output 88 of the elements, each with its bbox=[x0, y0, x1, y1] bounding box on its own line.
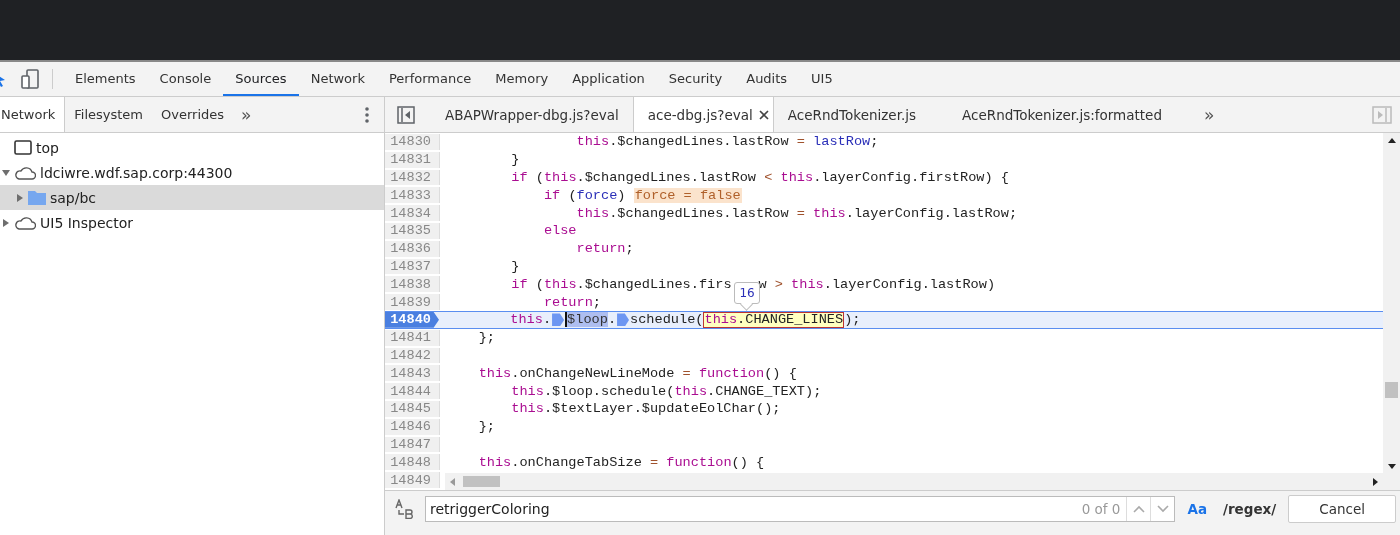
scrollbar-thumb[interactable] bbox=[463, 476, 500, 487]
evaluated-expression[interactable]: this.CHANGE_LINES bbox=[703, 311, 845, 328]
code-line: this.onChangeNewLineMode = function() { bbox=[477, 365, 797, 381]
device-toolbar-icon[interactable] bbox=[20, 69, 40, 89]
replace-toggle-icon[interactable] bbox=[395, 499, 415, 519]
panel-tab[interactable]: Console bbox=[147, 62, 224, 96]
cloud-icon bbox=[14, 215, 36, 230]
navigator-tab[interactable]: Overrides bbox=[152, 97, 234, 132]
tree-item[interactable]: ldciwre.wdf.sap.corp:44300 bbox=[0, 160, 384, 185]
code-line: }; bbox=[477, 419, 495, 435]
cloud-icon bbox=[14, 165, 36, 180]
navigator-tab[interactable]: Network bbox=[0, 97, 66, 132]
code-token: w bbox=[758, 276, 768, 292]
file-tab[interactable]: AceRndTokenizer.js bbox=[773, 97, 931, 132]
panel-tab[interactable]: Memory bbox=[483, 62, 561, 96]
scroll-down-icon[interactable] bbox=[1386, 462, 1397, 470]
code-line: }; bbox=[477, 330, 495, 346]
frame-icon bbox=[14, 140, 32, 155]
code-token: if bbox=[510, 276, 528, 292]
panel-tab[interactable]: Elements bbox=[63, 62, 148, 96]
expand-arrow-icon[interactable] bbox=[2, 168, 10, 177]
code-token: > bbox=[774, 276, 783, 292]
inline-value: force = false bbox=[633, 187, 742, 203]
code-token: .$changedLines.firs bbox=[576, 276, 732, 292]
panel-tab[interactable]: UI5 bbox=[799, 62, 845, 96]
toggle-debugger-icon[interactable] bbox=[1372, 105, 1392, 124]
more-tabs-button[interactable]: » bbox=[233, 97, 260, 132]
file-tab[interactable]: ace-dbg.js?eval bbox=[632, 97, 774, 132]
horizontal-scrollbar[interactable] bbox=[445, 473, 1383, 490]
code-line: this.$changedLines.lastRow = this.layerConfig.lastRow; bbox=[575, 205, 1018, 221]
code-token: .layerConfig.lastRow) bbox=[823, 276, 996, 292]
code-token: this bbox=[509, 312, 543, 328]
vertical-scrollbar[interactable] bbox=[1383, 133, 1400, 490]
regex-button[interactable]: /regex/ bbox=[1219, 501, 1281, 517]
code-line: } bbox=[510, 258, 520, 274]
code-token: if bbox=[542, 187, 561, 203]
scroll-right-icon[interactable] bbox=[1371, 476, 1379, 487]
more-tabs-button[interactable]: » bbox=[1175, 97, 1235, 132]
code-token: . bbox=[542, 312, 552, 328]
match-count: 0 of 0 bbox=[1081, 501, 1121, 517]
code-token: ) bbox=[617, 187, 626, 203]
code-token: . bbox=[607, 312, 617, 328]
code-token: ); bbox=[844, 312, 861, 328]
continue-marker-icon[interactable] bbox=[552, 313, 565, 327]
selected-text: $loop bbox=[565, 312, 608, 328]
tree-item[interactable]: sap/bc bbox=[0, 185, 384, 210]
code-token: schedule( bbox=[630, 312, 704, 328]
code-line: this.$textLayer.$updateEolChar(); bbox=[510, 401, 781, 417]
file-tab[interactable]: AceRndTokenizer.js:formatted bbox=[930, 97, 1176, 132]
code-token: force bbox=[576, 187, 618, 203]
code-token: this bbox=[790, 276, 824, 292]
code-line: if (this.$changedLines.lastRow < this.layerConfig.firstRow) { bbox=[510, 170, 1009, 185]
execution-line-number[interactable]: 14840 bbox=[385, 311, 439, 328]
search-field[interactable]: retriggerColoring 0 of 0 bbox=[425, 496, 1176, 522]
code-line: return; bbox=[542, 294, 601, 310]
scrollbar-thumb[interactable] bbox=[1385, 382, 1398, 398]
down-chevron-icon bbox=[1156, 505, 1169, 513]
expand-arrow-icon[interactable] bbox=[2, 218, 10, 227]
search-input[interactable]: retriggerColoring bbox=[426, 501, 1082, 517]
code-line: this.$loop.schedule(this.CHANGE_TEXT); bbox=[510, 383, 822, 399]
file-tab[interactable]: ABAPWrapper-dbg.js?eval bbox=[431, 97, 633, 132]
expand-arrow-icon[interactable] bbox=[16, 193, 24, 202]
code-token: ( bbox=[567, 187, 577, 203]
navigator-tab[interactable]: Filesystem bbox=[65, 97, 153, 132]
continue-marker-icon[interactable] bbox=[617, 313, 630, 327]
panel-tab[interactable]: Audits bbox=[734, 62, 800, 96]
code-line: return; bbox=[575, 241, 634, 257]
scroll-up-icon[interactable] bbox=[1386, 137, 1397, 145]
match-case-button[interactable]: Aa bbox=[1183, 501, 1211, 517]
panel-tab[interactable]: Application bbox=[560, 62, 657, 96]
panel-tab[interactable]: Network bbox=[298, 62, 377, 96]
tree-item[interactable]: top bbox=[0, 135, 384, 160]
scroll-left-icon[interactable] bbox=[449, 476, 457, 487]
code-line: else bbox=[542, 223, 577, 239]
more-options-icon[interactable] bbox=[365, 106, 369, 123]
panel-tab[interactable]: Performance bbox=[376, 62, 484, 96]
code-line: this.$changedLines.lastRow = lastRow; bbox=[575, 134, 879, 150]
code-token: this bbox=[543, 276, 577, 292]
code-line: } bbox=[510, 152, 520, 168]
close-icon[interactable] bbox=[758, 109, 769, 120]
toggle-navigator-icon[interactable] bbox=[397, 105, 415, 124]
up-chevron-icon bbox=[1132, 505, 1145, 513]
folder-icon bbox=[28, 190, 46, 205]
code-line: this.onChangeTabSize = function() { bbox=[477, 454, 765, 470]
tree-item[interactable]: UI5 Inspector bbox=[0, 210, 384, 235]
code-token: ( bbox=[534, 276, 544, 292]
cancel-button[interactable]: Cancel bbox=[1288, 495, 1396, 523]
panel-tab[interactable]: Security bbox=[656, 62, 735, 96]
